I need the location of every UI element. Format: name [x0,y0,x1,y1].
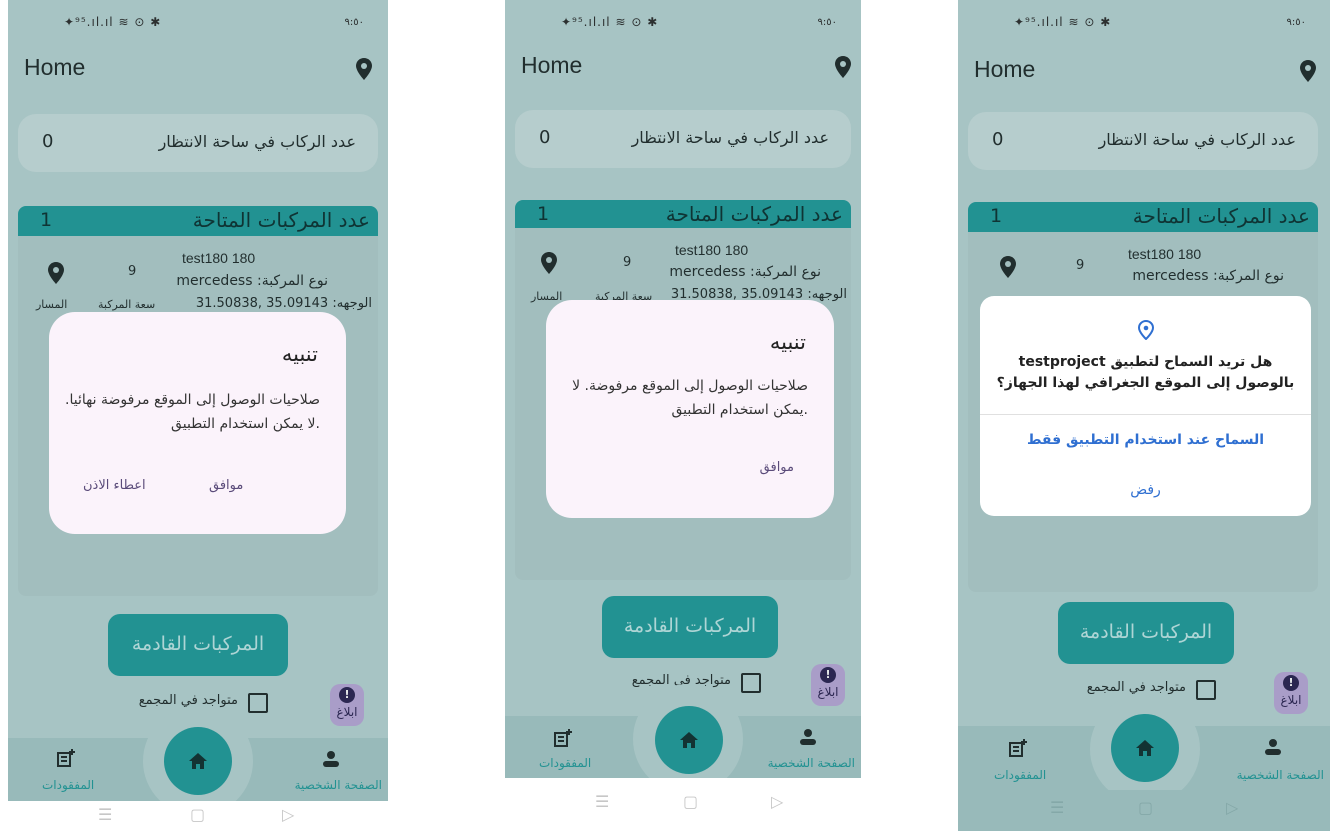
dialog-title: تنبيه [769,330,806,354]
dialog-message-line-2: .لا يمكن استخدام التطبيق [171,416,320,432]
deny-button[interactable]: رفض [980,482,1311,498]
system-nav-bar: ☰ ▢ ▷ [505,778,861,831]
dialog-ok-button[interactable]: موافق [760,460,794,475]
phone-screen-1: ✦⁹⁵.ıl.ıl ≋ ⊙ ✱ ٩:٥٠ Home 0 عدد الركاب ف… [8,0,388,831]
system-nav-bar: ☰ ▢ ▷ [8,801,388,831]
permission-divider [980,414,1311,415]
dialog-message-line-1: صلاحيات الوصول إلى الموقع مرفوضة نهائيا. [65,392,320,408]
permission-message-line-1: هل تريد السماح لتطبيق testproject [1018,354,1273,370]
location-outline-icon [1138,320,1154,340]
square-icon[interactable]: ▢ [683,792,698,811]
alert-dialog: تنبيه صلاحيات الوصول إلى الموقع مرفوضة. … [546,300,834,518]
dialog-message-line-1: صلاحيات الوصول إلى الموقع مرفوضة. لا [572,378,808,394]
back-triangle-icon[interactable]: ▷ [282,805,294,824]
permission-message: هل تريد السماح لتطبيق testproject بالوصو… [990,352,1301,394]
permission-message-line-2: بالوصول إلى الموقع الجغرافي لهذا الجهاز؟ [996,375,1295,391]
phone-screen-3: ✦⁹⁵.ıl.ıl ≋ ⊙ ✱ ٩:٥٠ Home 0 عدد الركاب ف… [958,0,1330,831]
dialog-ok-button[interactable]: موافق [209,478,243,493]
phone-screen-2: ✦⁹⁵.ıl.ıl ≋ ⊙ ✱ ٩:٥٠ Home 0 عدد الركاب ف… [505,0,861,831]
dialog-title: تنبيه [281,342,318,366]
square-icon[interactable]: ▢ [190,805,205,824]
alert-dialog: تنبيه صلاحيات الوصول إلى الموقع مرفوضة ن… [49,312,346,534]
back-triangle-icon[interactable]: ▷ [771,792,783,811]
menu-icon[interactable]: ☰ [98,805,112,824]
allow-while-using-button[interactable]: السماح عند استخدام التطبيق فقط [980,432,1311,448]
menu-icon[interactable]: ☰ [595,792,609,811]
location-permission-dialog: هل تريد السماح لتطبيق testproject بالوصو… [980,296,1311,516]
dialog-message-line-2: .يمكن استخدام التطبيق [671,402,808,418]
dialog-grant-permission-button[interactable]: اعطاء الاذن [83,478,146,493]
